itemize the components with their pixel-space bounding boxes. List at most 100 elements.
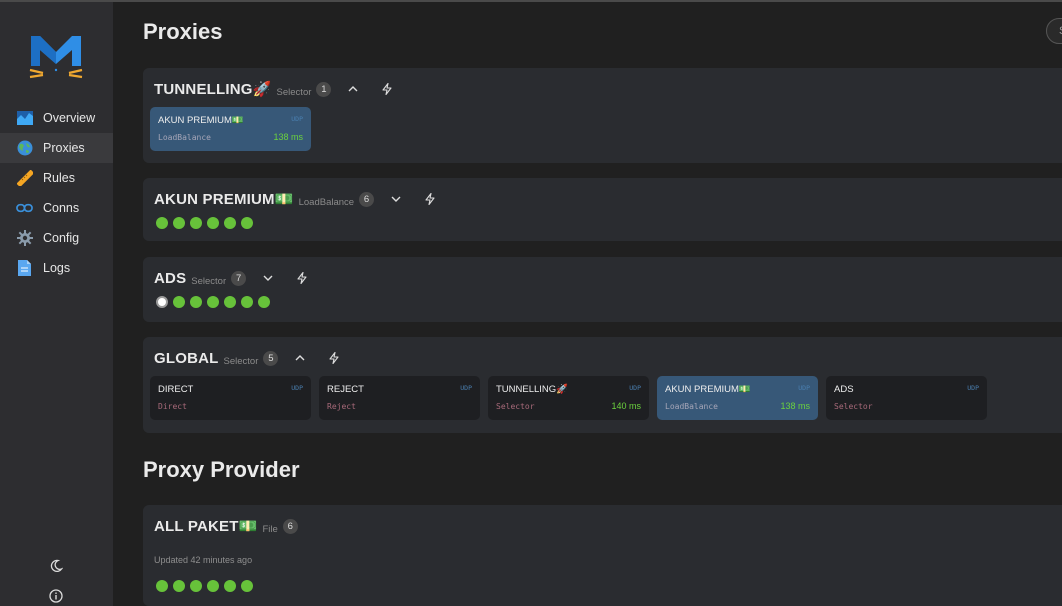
proxy-name: AKUN PREMIUM💵: [665, 384, 751, 395]
sidebar-item-rules[interactable]: Rules: [0, 163, 113, 193]
count-badge: 7: [231, 270, 247, 286]
group-type: Selector: [191, 275, 227, 287]
sidebar-item-label: Logs: [43, 261, 71, 275]
proxy-name: DIRECT: [158, 384, 194, 395]
overview-icon: [16, 110, 33, 127]
proxy-dots: [156, 296, 270, 308]
latency-dot[interactable]: [156, 580, 168, 592]
proxy-card[interactable]: ADS UDP Selector: [826, 376, 987, 420]
latency-test-button[interactable]: [324, 348, 344, 368]
count-badge: 6: [359, 191, 375, 207]
collapse-button[interactable]: [343, 79, 363, 99]
latency-test-button[interactable]: [420, 189, 440, 209]
sidebar-item-config[interactable]: Config: [0, 223, 113, 253]
proxy-group: GLOBAL Selector 5 DIRECT UDP Direct REJE…: [143, 337, 1062, 433]
latency-dot[interactable]: [224, 580, 236, 592]
proxy-name: TUNNELLING🚀: [496, 384, 569, 395]
proxy-type: Selector: [834, 402, 873, 411]
latency-test-button[interactable]: [377, 79, 397, 99]
group-name: GLOBAL: [154, 349, 219, 367]
document-icon: [16, 260, 33, 277]
latency-dot[interactable]: [190, 296, 202, 308]
udp-badge: UDP: [629, 384, 641, 392]
latency-dot[interactable]: [173, 296, 185, 308]
proxy-latency: 138 ms: [273, 132, 303, 142]
latency-dot[interactable]: [241, 217, 253, 229]
latency-dot[interactable]: [173, 580, 185, 592]
proxy-name: ADS: [834, 384, 854, 395]
proxy-card[interactable]: AKUN PREMIUM💵 UDP LoadBalance 138 ms: [657, 376, 818, 420]
proxy-card[interactable]: REJECT UDP Reject: [319, 376, 480, 420]
proxy-card[interactable]: TUNNELLING🚀 UDP Selector 140 ms: [488, 376, 649, 420]
sidebar-item-label: Rules: [43, 171, 75, 185]
gear-icon: [16, 230, 33, 247]
sidebar-item-conns[interactable]: Conns: [0, 193, 113, 223]
latency-dot[interactable]: [207, 217, 219, 229]
sidebar-item-overview[interactable]: Overview: [0, 103, 113, 133]
udp-badge: UDP: [460, 384, 472, 392]
sidebar-item-proxies[interactable]: Proxies: [0, 133, 113, 163]
collapse-button[interactable]: [290, 348, 310, 368]
ruler-icon: [16, 170, 33, 187]
latency-dot[interactable]: [241, 296, 253, 308]
latency-dot[interactable]: [156, 217, 168, 229]
latency-dot[interactable]: [207, 580, 219, 592]
count-badge: 1: [316, 81, 332, 97]
latency-dot[interactable]: [190, 217, 202, 229]
group-header: TUNNELLING🚀 Selector 1: [154, 78, 397, 100]
latency-dot[interactable]: [224, 217, 236, 229]
group-name: AKUN PREMIUM💵: [154, 191, 294, 208]
udp-badge: UDP: [291, 384, 303, 392]
proxy-card[interactable]: AKUN PREMIUM💵 UDP LoadBalance 138 ms: [150, 107, 311, 151]
proxy-latency: 140 ms: [611, 401, 641, 411]
group-type: Selector: [223, 355, 259, 367]
chevron-down-icon: [263, 275, 273, 281]
count-badge: 5: [263, 350, 279, 366]
latency-dot[interactable]: [241, 580, 253, 592]
proxy-group: AKUN PREMIUM💵 LoadBalance 6: [143, 178, 1062, 241]
latency-dot[interactable]: [156, 296, 168, 308]
proxy-latency: 138 ms: [780, 401, 810, 411]
expand-button[interactable]: [386, 189, 406, 209]
latency-dot[interactable]: [207, 296, 219, 308]
latency-test-button[interactable]: [292, 268, 312, 288]
expand-button[interactable]: [258, 268, 278, 288]
theme-toggle-button[interactable]: [46, 556, 66, 576]
proxy-type: LoadBalance: [665, 402, 718, 411]
latency-dot[interactable]: [258, 296, 270, 308]
group-name: TUNNELLING🚀: [154, 81, 272, 98]
group-name: ADS: [154, 269, 187, 287]
globe-icon: [16, 140, 33, 157]
sidebar-item-label: Conns: [43, 201, 80, 215]
lightning-icon: [329, 352, 339, 364]
sidebar-item-logs[interactable]: Logs: [0, 253, 113, 283]
proxy-type: Direct: [158, 402, 187, 411]
sidebar-nav: Overview Proxies Rules Conns Config Logs: [0, 103, 113, 283]
proxy-name: AKUN PREMIUM💵: [158, 115, 244, 126]
lightning-icon: [297, 272, 307, 284]
about-button[interactable]: [46, 586, 66, 606]
group-header: GLOBAL Selector 5: [154, 347, 344, 369]
proxy-card[interactable]: DIRECT UDP Direct: [150, 376, 311, 420]
proxy-provider: ALL PAKET💵 File 6 Updated 42 minutes ago: [143, 505, 1062, 606]
latency-dot[interactable]: [190, 580, 202, 592]
provider-header: ALL PAKET💵 File 6: [154, 515, 298, 537]
sidebar-item-label: Proxies: [43, 141, 85, 155]
latency-dot[interactable]: [173, 217, 185, 229]
latency-dot[interactable]: [224, 296, 236, 308]
lightning-icon: [382, 83, 392, 95]
udp-badge: UDP: [967, 384, 979, 392]
link-icon: [16, 200, 33, 217]
info-icon: [49, 589, 63, 603]
proxy-group: ADS Selector 7: [143, 257, 1062, 322]
chevron-down-icon: [391, 196, 401, 202]
group-type: LoadBalance: [298, 196, 355, 208]
chevron-up-icon: [295, 355, 305, 361]
moon-icon: [50, 559, 63, 573]
proxy-name: REJECT: [327, 384, 364, 395]
provider-name: ALL PAKET💵: [154, 518, 258, 535]
chevron-up-icon: [348, 86, 358, 92]
udp-badge: UDP: [798, 384, 810, 392]
settings-button[interactable]: S: [1046, 18, 1062, 44]
provider-type: File: [262, 523, 278, 535]
